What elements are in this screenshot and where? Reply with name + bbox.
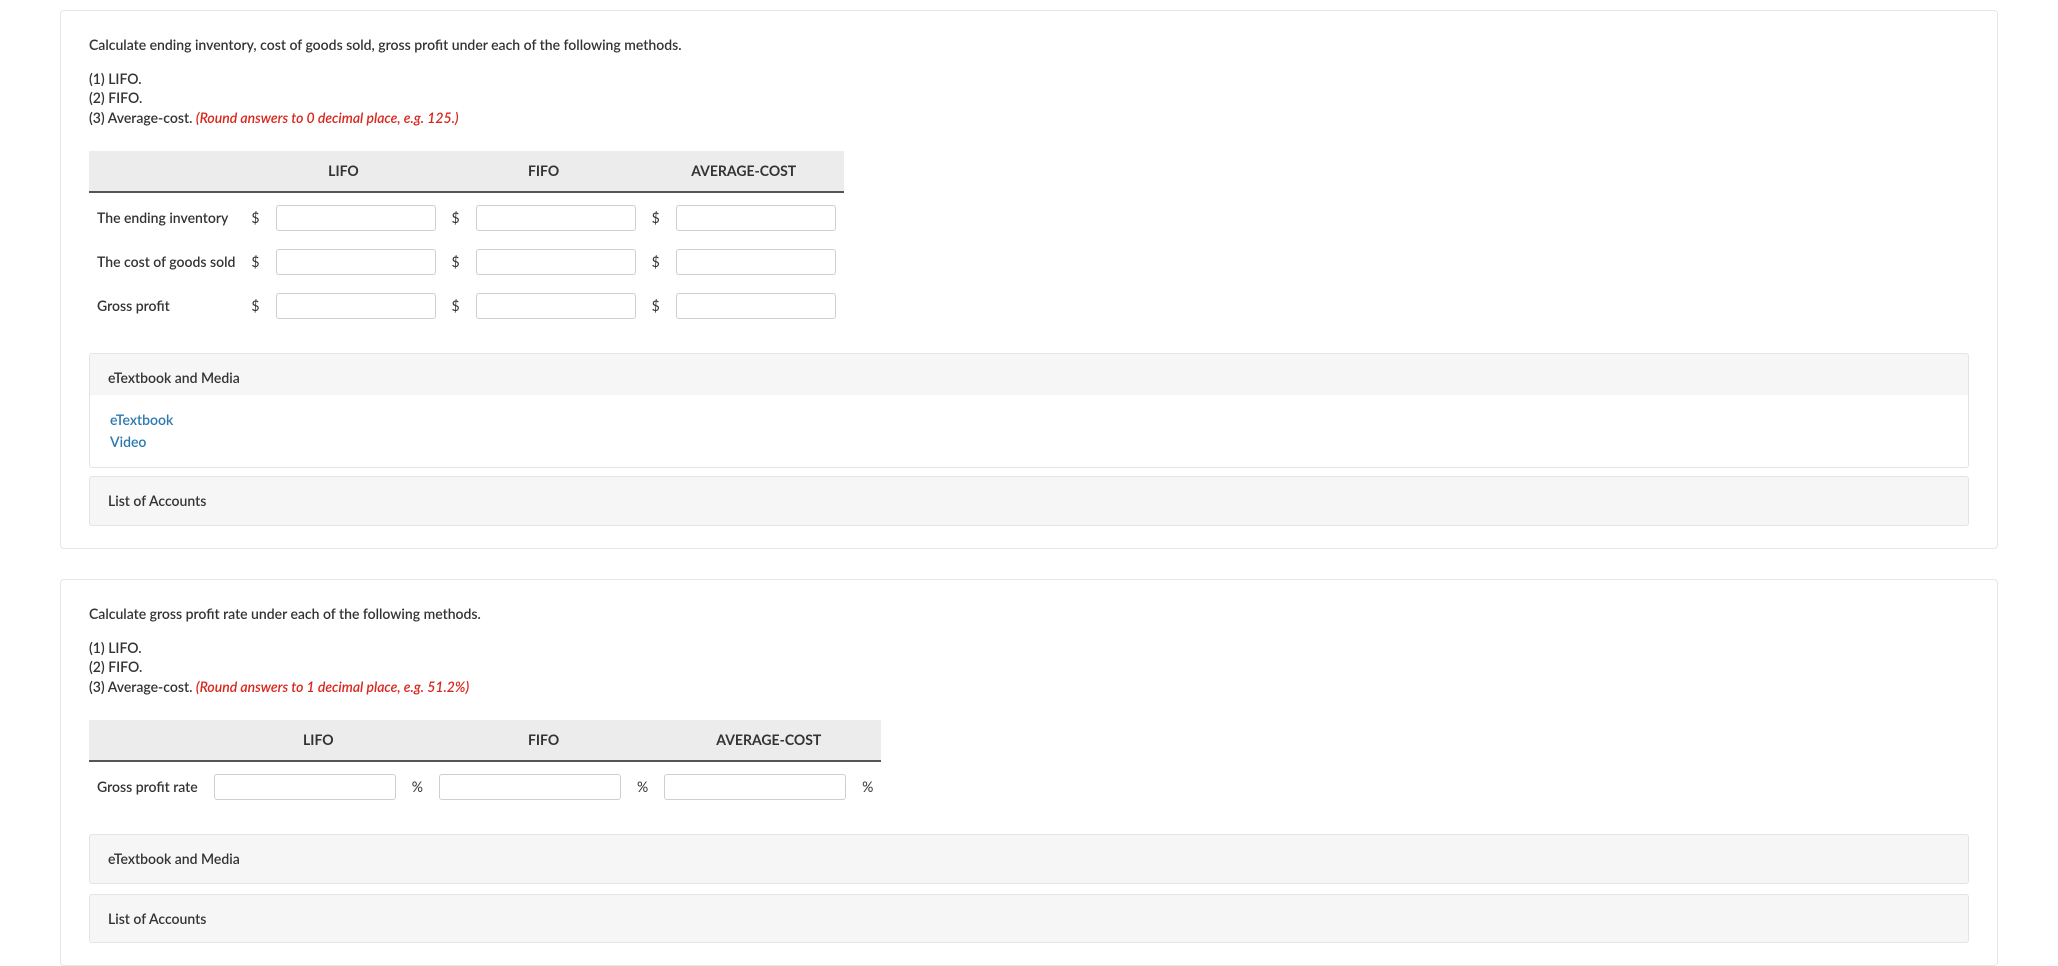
prompt-text: Calculate gross profit rate under each o… [89,604,1969,624]
etextbook-link[interactable]: eTextbook [110,409,1948,431]
rounding-hint: (Round answers to 1 decimal place, e.g. … [196,678,469,695]
percent-symbol: % [854,768,881,806]
col-lifo: LIFO [243,151,443,193]
percent-symbol: % [404,768,431,806]
input-cogs-avg[interactable] [676,249,836,275]
table-row: Gross profit rate % % % [89,768,881,806]
etextbook-media-body: eTextbook Video [89,395,1969,469]
percent-symbol: % [629,768,656,806]
currency-symbol: $ [444,243,468,281]
currency-symbol: $ [644,199,668,237]
col-lifo: LIFO [206,720,431,762]
rounding-hint: (Round answers to 0 decimal place, e.g. … [196,109,459,126]
table-row: The ending inventory $ $ $ [89,199,844,237]
currency-symbol: $ [444,287,468,325]
prompt-text: Calculate ending inventory, cost of good… [89,35,1969,55]
etextbook-media-panel[interactable]: eTextbook and Media [89,834,1969,884]
method-average-cost: (3) Average-cost. (Round answers to 1 de… [89,677,1969,697]
col-fifo: FIFO [444,151,644,193]
currency-symbol: $ [243,287,267,325]
list-of-accounts-panel[interactable]: List of Accounts [89,894,1969,944]
table-header-row: LIFO FIFO AVERAGE-COST [89,720,881,762]
row-label-ending-inventory: The ending inventory [89,199,243,237]
input-ending-inventory-avg[interactable] [676,205,836,231]
video-link[interactable]: Video [110,431,1948,453]
col-fifo: FIFO [431,720,656,762]
input-gross-profit-fifo[interactable] [476,293,636,319]
list-of-accounts-panel[interactable]: List of Accounts [89,476,1969,526]
method-fifo: (2) FIFO. [89,88,1969,108]
table-row: Gross profit $ $ $ [89,287,844,325]
col-average-cost: AVERAGE-COST [656,720,881,762]
table-row: The cost of goods sold $ $ $ [89,243,844,281]
currency-symbol: $ [444,199,468,237]
question-part-1: Calculate ending inventory, cost of good… [60,10,1998,549]
currency-symbol: $ [243,243,267,281]
row-label-gross-profit-rate: Gross profit rate [89,768,206,806]
method-fifo: (2) FIFO. [89,657,1969,677]
header-spacer [89,151,243,193]
method-lead: (3) Average-cost. [89,678,196,695]
input-ending-inventory-lifo[interactable] [276,205,436,231]
col-average-cost: AVERAGE-COST [644,151,844,193]
question-part-2: Calculate gross profit rate under each o… [60,579,1998,966]
currency-symbol: $ [644,243,668,281]
input-gp-rate-lifo[interactable] [214,774,396,800]
answer-table: LIFO FIFO AVERAGE-COST Gross profit rate… [89,714,881,812]
method-lifo: (1) LIFO. [89,69,1969,89]
method-list: (1) LIFO. (2) FIFO. (3) Average-cost. (R… [89,638,1969,697]
row-label-gross-profit: Gross profit [89,287,243,325]
input-cogs-fifo[interactable] [476,249,636,275]
method-lead: (3) Average-cost. [89,109,196,126]
row-label-cogs: The cost of goods sold [89,243,243,281]
input-ending-inventory-fifo[interactable] [476,205,636,231]
currency-symbol: $ [243,199,267,237]
method-list: (1) LIFO. (2) FIFO. (3) Average-cost. (R… [89,69,1969,128]
input-gp-rate-avg[interactable] [664,774,846,800]
header-spacer [89,720,206,762]
input-gross-profit-avg[interactable] [676,293,836,319]
input-cogs-lifo[interactable] [276,249,436,275]
answer-table: LIFO FIFO AVERAGE-COST The ending invent… [89,145,844,331]
method-average-cost: (3) Average-cost. (Round answers to 0 de… [89,108,1969,128]
table-header-row: LIFO FIFO AVERAGE-COST [89,151,844,193]
currency-symbol: $ [644,287,668,325]
method-lifo: (1) LIFO. [89,638,1969,658]
input-gp-rate-fifo[interactable] [439,774,621,800]
input-gross-profit-lifo[interactable] [276,293,436,319]
